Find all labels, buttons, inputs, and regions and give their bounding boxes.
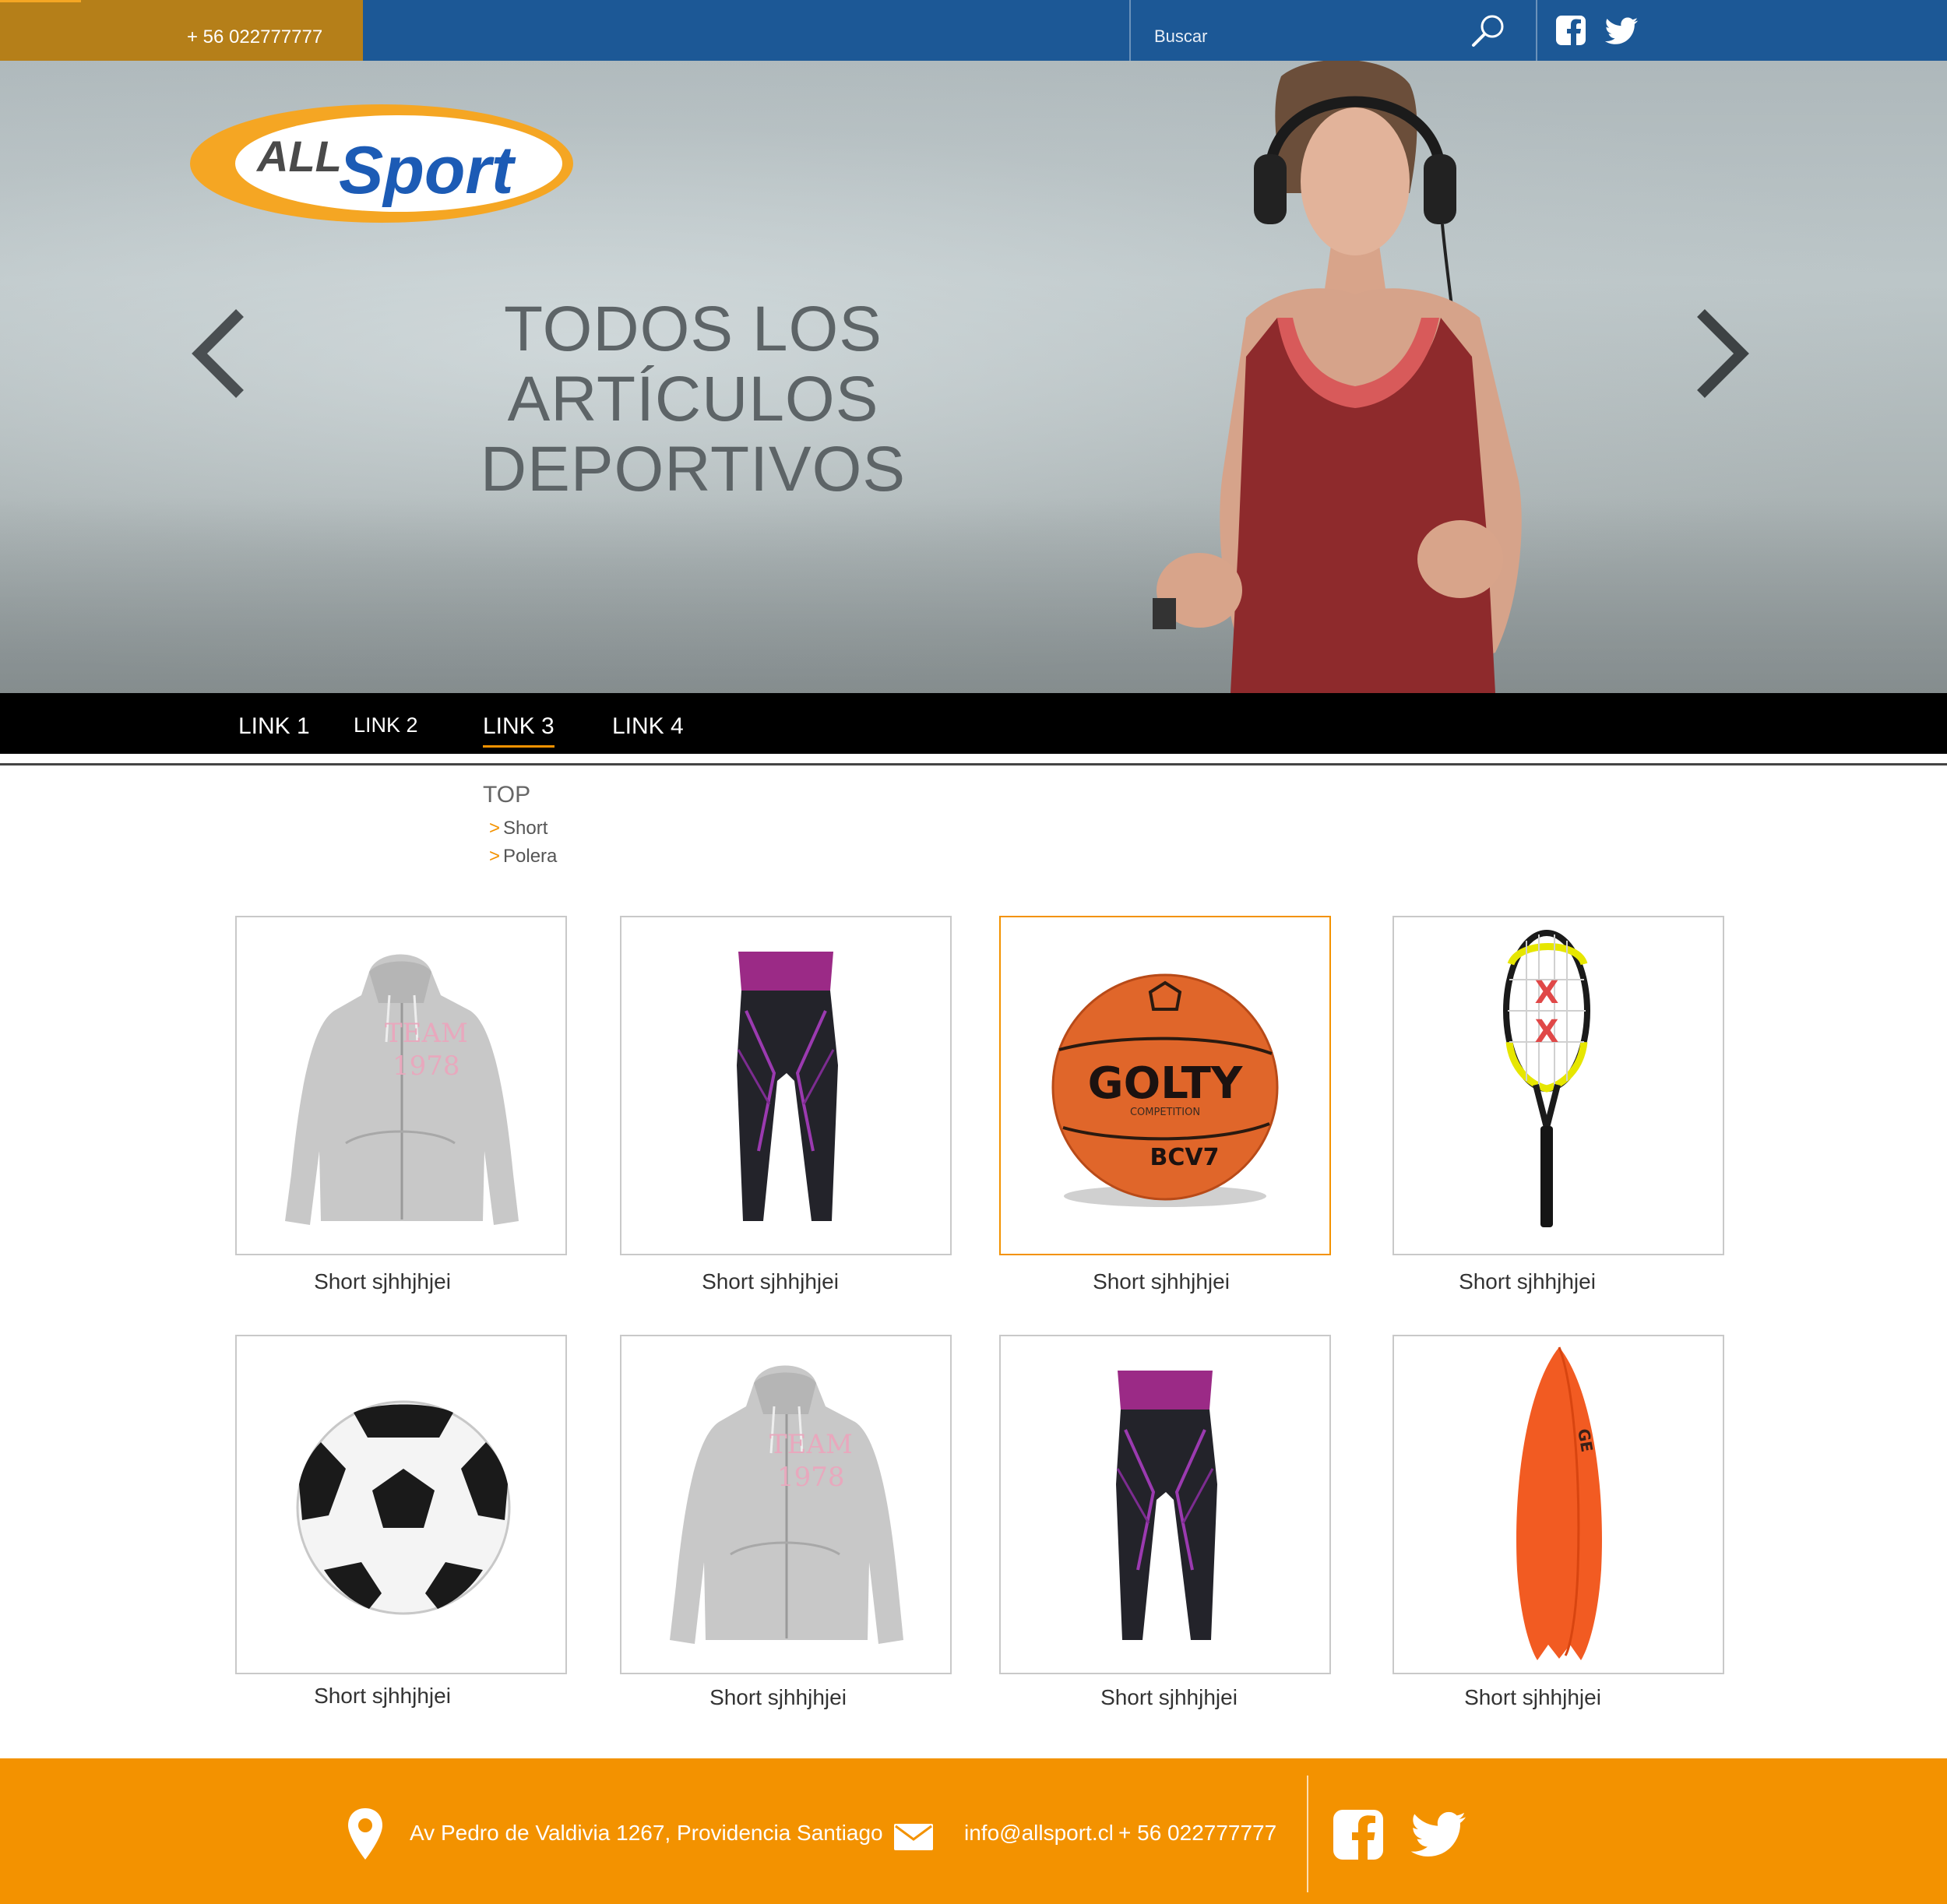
svg-text:ALL: ALL	[255, 132, 342, 181]
divider	[0, 763, 1947, 765]
facebook-icon[interactable]	[1333, 1810, 1383, 1860]
product-label: Short sjhhjhjei	[702, 1269, 839, 1293]
footer: Av Pedro de Valdivia 1267, Providencia S…	[0, 1758, 1947, 1904]
hoodie-image: TEAM 1978	[670, 1365, 903, 1644]
category-item-short[interactable]: > Short	[489, 818, 547, 839]
product-label: Short sjhhjhjei	[1464, 1685, 1601, 1709]
product-card[interactable]: TEAM 1978	[235, 916, 567, 1255]
hero-title-line-2: DEPORTIVOS	[480, 434, 907, 505]
product-card[interactable]	[235, 1335, 567, 1674]
main-nav: LINK 1 LINK 2 LINK 3 LINK 4	[0, 693, 1947, 754]
search-icon[interactable]	[1469, 11, 1508, 50]
basketball-image: GOLTY COMPETITION BCV7	[1051, 973, 1279, 1207]
nav-link-4[interactable]: LINK 4	[612, 713, 684, 740]
svg-text:TEAM: TEAM	[769, 1429, 853, 1460]
product-card[interactable]: GE	[1392, 1335, 1724, 1674]
svg-text:COMPETITION: COMPETITION	[1130, 1107, 1200, 1118]
category-item-polera[interactable]: > Polera	[489, 846, 557, 868]
product-label: Short sjhhjhjei	[1093, 1269, 1230, 1293]
chevron-right-icon: >	[489, 846, 501, 867]
location-pin-icon	[348, 1808, 382, 1860]
nav-link-2[interactable]: LINK 2	[354, 713, 418, 737]
svg-text:X: X	[1535, 975, 1559, 1011]
allsport-logo: ALL Sport	[190, 104, 573, 223]
chevron-left-icon[interactable]	[190, 307, 252, 400]
product-card[interactable]	[999, 1335, 1331, 1674]
chevron-right-icon: >	[489, 818, 501, 839]
product-label: Short sjhhjhjei	[1100, 1685, 1238, 1709]
category-item-label: Polera	[503, 846, 558, 867]
svg-text:TEAM: TEAM	[385, 1018, 468, 1049]
svg-text:GOLTY: GOLTY	[1088, 1058, 1244, 1109]
nav-link-3[interactable]: LINK 3	[483, 713, 555, 748]
nav-link-1[interactable]: LINK 1	[238, 713, 310, 740]
svg-text:1978: 1978	[393, 1051, 460, 1082]
search-input[interactable]: Buscar	[1154, 26, 1207, 47]
product-label: Short sjhhjhjei	[314, 1269, 451, 1293]
svg-text:BCV7: BCV7	[1150, 1144, 1220, 1171]
product-card[interactable]: X X	[1392, 916, 1724, 1255]
hero-banner: ALL Sport TODOS LOS ARTÍCULOS DEPORTIVOS	[0, 61, 1947, 693]
soccer-ball-image	[296, 1400, 511, 1615]
footer-phone: + 56 022777777	[1118, 1821, 1277, 1845]
footer-email[interactable]: info@allsport.cl	[964, 1821, 1114, 1846]
svg-text:Sport: Sport	[339, 133, 516, 208]
product-card[interactable]: TEAM 1978	[620, 1335, 952, 1674]
category-item-label: Short	[503, 818, 548, 839]
category-title: TOP	[483, 782, 531, 808]
product-label: Short sjhhjhjei	[1459, 1269, 1596, 1293]
product-card-selected[interactable]: GOLTY COMPETITION BCV7	[999, 916, 1331, 1255]
divider	[1536, 0, 1537, 61]
top-bar: + 56 022777777 Buscar	[0, 0, 1947, 61]
tennis-racket-image: X X	[1503, 930, 1590, 1227]
runner-photo	[1153, 61, 1522, 693]
footer-address: Av Pedro de Valdivia 1267, Providencia S…	[410, 1821, 883, 1845]
twitter-icon[interactable]	[1410, 1811, 1467, 1858]
product-label: Short sjhhjhjei	[709, 1685, 847, 1709]
facebook-icon[interactable]	[1556, 16, 1586, 45]
phone-box: + 56 022777777	[0, 0, 363, 61]
product-label: Short sjhhjhjei	[314, 1684, 451, 1708]
product-card[interactable]	[620, 916, 952, 1255]
twitter-icon[interactable]	[1604, 17, 1639, 45]
hero-title-line-1: TODOS LOS ARTÍCULOS	[504, 294, 882, 435]
accent-line	[0, 0, 81, 2]
chevron-right-icon[interactable]	[1688, 307, 1751, 400]
header-phone: + 56 022777777	[187, 26, 323, 48]
divider	[1129, 0, 1131, 61]
divider	[1307, 1776, 1308, 1892]
svg-text:1978: 1978	[777, 1462, 845, 1493]
hoodie-image: TEAM 1978	[285, 954, 519, 1225]
hero-title: TODOS LOS ARTÍCULOS DEPORTIVOS	[327, 294, 1059, 505]
surfboard-image: GE	[1516, 1346, 1602, 1660]
leggings-image	[1116, 1371, 1217, 1640]
mail-icon	[894, 1824, 933, 1850]
svg-text:X: X	[1535, 1014, 1559, 1050]
leggings-image	[737, 952, 838, 1221]
